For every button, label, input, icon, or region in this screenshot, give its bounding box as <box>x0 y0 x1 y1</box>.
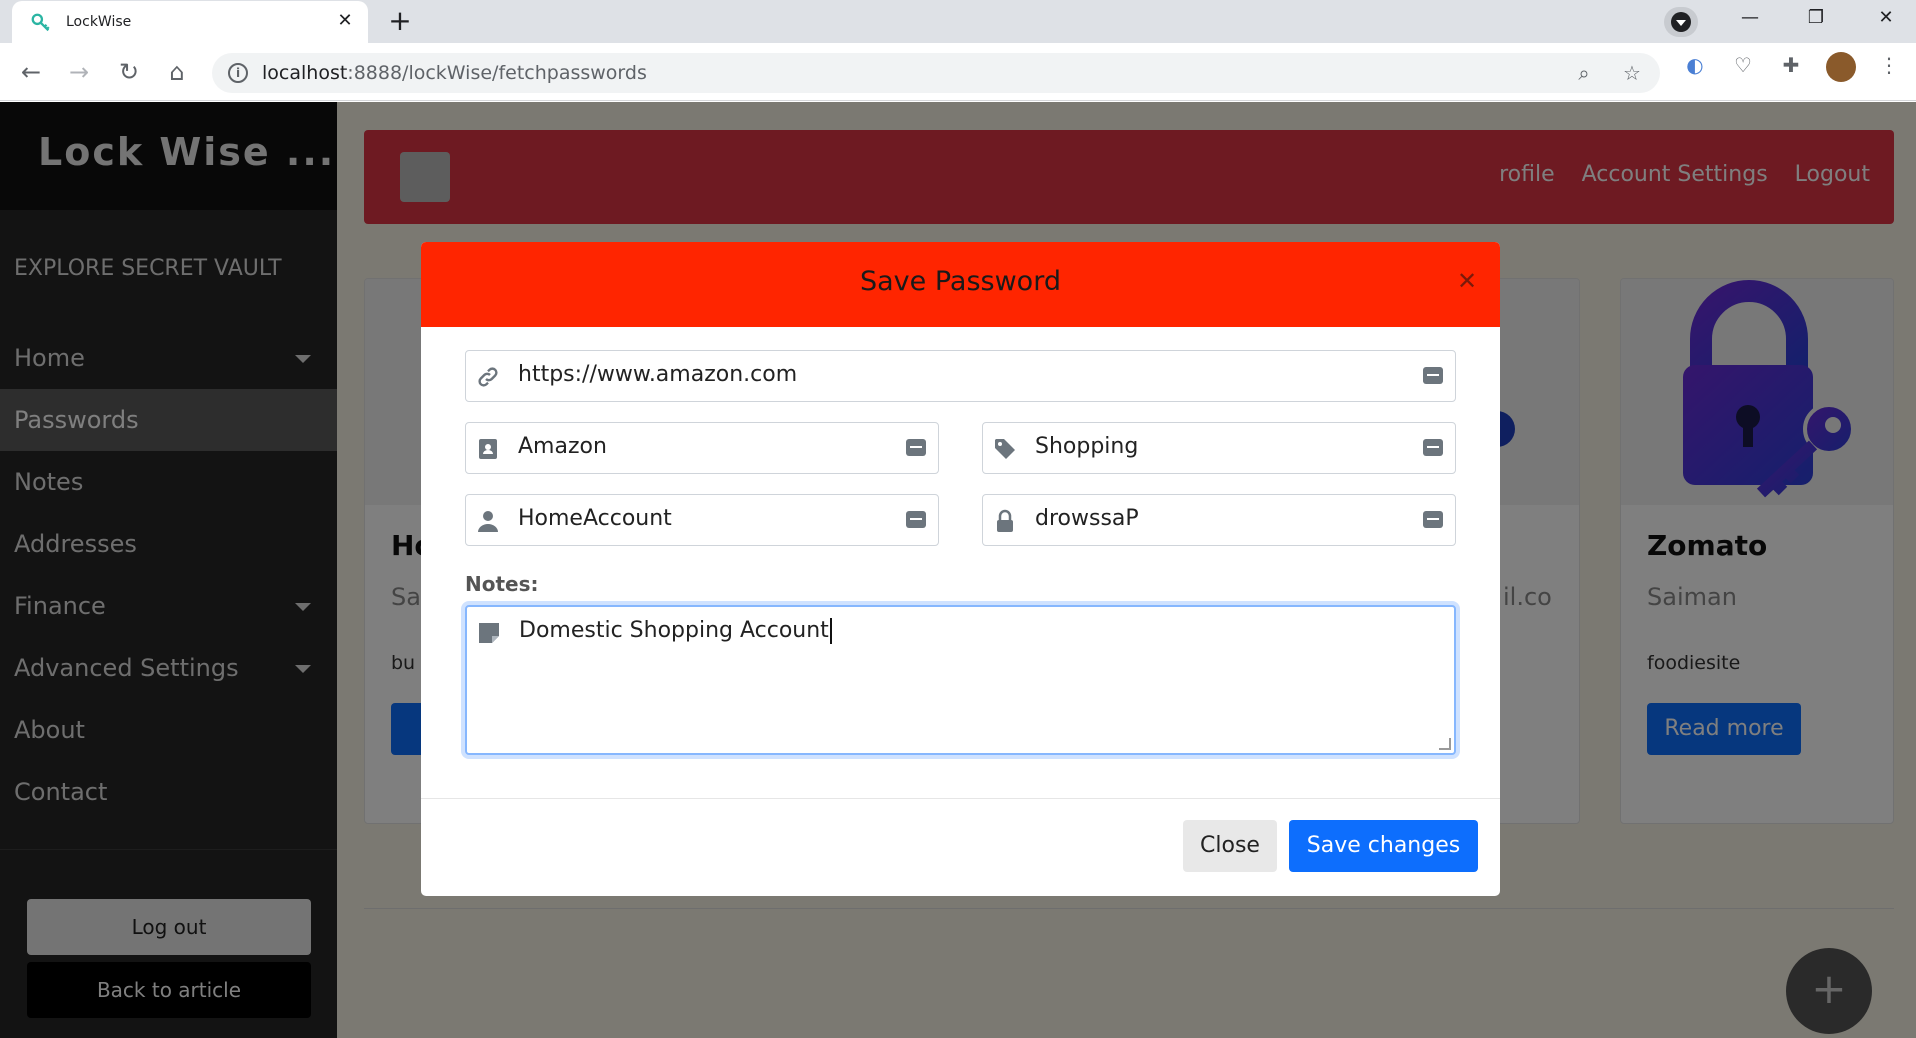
browser-tab[interactable]: LockWise ✕ <box>12 1 368 43</box>
modal-title: Save Password <box>860 266 1061 297</box>
autofill-icon[interactable] <box>906 439 926 456</box>
page: Lock Wise ... EXPLORE SECRET VAULT Home … <box>0 102 1916 1038</box>
category-value: Shopping <box>1035 434 1139 459</box>
bookmark-star-icon[interactable]: ☆ <box>1620 62 1644 86</box>
url-field[interactable]: https://www.amazon.com <box>465 350 1456 402</box>
close-button[interactable]: Close <box>1183 820 1277 872</box>
restore-button[interactable]: ❐ <box>1786 0 1846 38</box>
home-icon[interactable]: ⌂ <box>160 55 194 89</box>
password-value: drowssaP <box>1035 506 1139 531</box>
pocket-icon[interactable]: ♡ <box>1730 52 1756 78</box>
zoom-icon[interactable]: ⌕ <box>1572 62 1596 86</box>
text-caret <box>829 618 832 644</box>
tab-search-button[interactable] <box>1664 7 1698 37</box>
url-host: localhost <box>262 62 348 84</box>
back-arrow-icon[interactable]: ← <box>14 55 48 89</box>
tag-icon <box>995 439 1015 459</box>
forward-arrow-icon[interactable]: → <box>62 55 96 89</box>
site-info-icon[interactable]: i <box>228 63 248 83</box>
category-field[interactable]: Shopping <box>982 422 1456 474</box>
profile-avatar[interactable] <box>1826 52 1856 82</box>
lock-icon <box>997 509 1013 532</box>
modal-close-icon[interactable]: ✕ <box>1454 266 1480 296</box>
address-bar[interactable]: i localhost:8888/lockWise/fetchpasswords… <box>212 53 1660 93</box>
user-icon <box>478 511 498 532</box>
browser-toolbar: ← → ↻ ⌂ i localhost:8888/lockWise/fetchp… <box>0 43 1916 101</box>
name-value: Amazon <box>518 434 607 459</box>
tab-close-icon[interactable]: ✕ <box>334 10 356 32</box>
tab-title: LockWise <box>66 14 132 30</box>
sticky-note-icon <box>479 623 499 643</box>
notes-value: Domestic Shopping Account <box>519 618 832 644</box>
autofill-icon[interactable] <box>906 511 926 528</box>
resize-grip-icon[interactable] <box>1439 738 1451 750</box>
autofill-icon[interactable] <box>1423 439 1443 456</box>
extensions-puzzle-icon[interactable]: ✚ <box>1778 52 1804 78</box>
url-path: :8888/lockWise/fetchpasswords <box>347 62 647 84</box>
url-value: https://www.amazon.com <box>518 362 798 387</box>
modal-header: Save Password ✕ <box>421 242 1500 327</box>
new-tab-button[interactable]: + <box>384 6 416 38</box>
save-password-modal: Save Password ✕ https://www.amazon.com A… <box>421 242 1500 896</box>
autofill-icon[interactable] <box>1423 511 1443 528</box>
username-value: HomeAccount <box>518 506 672 531</box>
name-field[interactable]: Amazon <box>465 422 939 474</box>
contact-card-icon <box>479 439 497 459</box>
username-field[interactable]: HomeAccount <box>465 494 939 546</box>
minimize-button[interactable]: — <box>1720 0 1780 38</box>
browser-menu-icon[interactable]: ⋮ <box>1876 52 1902 78</box>
url-text: localhost:8888/lockWise/fetchpasswords <box>262 62 647 84</box>
key-favicon-icon <box>31 13 50 32</box>
link-icon <box>478 367 498 387</box>
notes-textarea[interactable]: Domestic Shopping Account <box>465 605 1456 755</box>
browser-tabstrip: LockWise ✕ + — ❐ ✕ <box>0 0 1916 43</box>
notes-label: Notes: <box>465 572 539 596</box>
notes-text: Domestic Shopping Account <box>519 618 829 643</box>
autofill-icon[interactable] <box>1423 367 1443 384</box>
extension-shield-icon[interactable]: ◐ <box>1682 52 1708 78</box>
chevron-down-icon <box>1671 12 1691 32</box>
modal-footer-divider <box>421 798 1500 799</box>
reload-icon[interactable]: ↻ <box>112 55 146 89</box>
password-field[interactable]: drowssaP <box>982 494 1456 546</box>
window-close-button[interactable]: ✕ <box>1856 0 1916 38</box>
save-changes-button[interactable]: Save changes <box>1289 820 1478 872</box>
